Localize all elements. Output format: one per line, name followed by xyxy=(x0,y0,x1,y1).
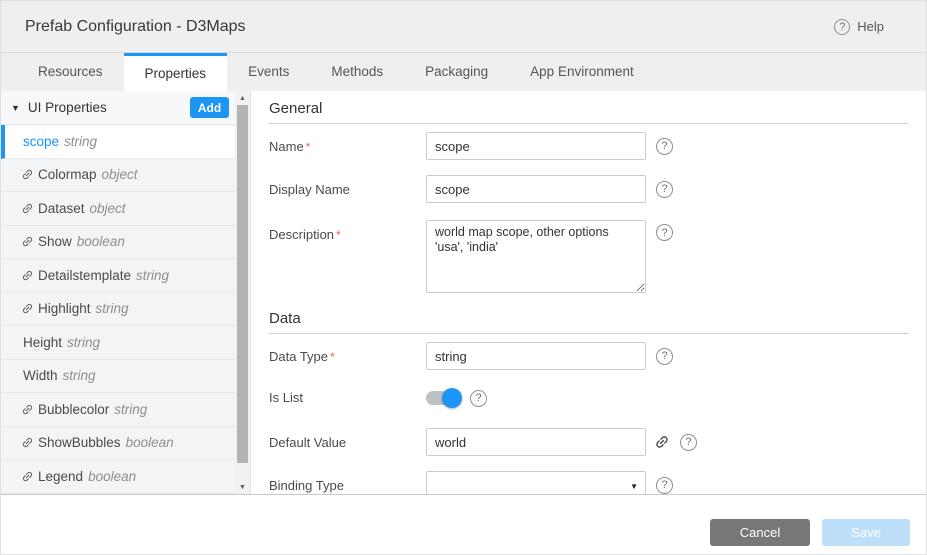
link-icon xyxy=(18,266,36,284)
properties-sidebar: ▼ UI Properties Add scope string Colorma… xyxy=(1,91,250,494)
chevron-down-icon: ▼ xyxy=(630,482,638,491)
field-row-default-value: Default Value ? xyxy=(269,428,909,456)
display-name-input[interactable] xyxy=(426,175,646,203)
field-label: Data Type* xyxy=(269,342,426,370)
field-help-icon[interactable]: ? xyxy=(656,138,673,155)
name-input[interactable] xyxy=(426,132,646,160)
help-circle-icon: ? xyxy=(834,19,850,35)
dialog-title: Prefab Configuration - D3Maps xyxy=(25,18,246,36)
link-icon xyxy=(18,199,36,217)
field-label: Display Name xyxy=(269,175,426,203)
property-item-height[interactable]: Height string xyxy=(1,326,235,360)
field-label: Is List xyxy=(269,387,426,409)
tab-packaging[interactable]: Packaging xyxy=(404,53,509,91)
field-help-icon[interactable]: ? xyxy=(656,224,673,241)
required-marker: * xyxy=(336,228,341,242)
link-icon xyxy=(18,300,36,318)
property-item-dataset[interactable]: Dataset object xyxy=(1,192,235,226)
field-row-display-name: Display Name ? xyxy=(269,175,909,203)
toggle-knob xyxy=(442,388,462,408)
scrollbar-thumb[interactable] xyxy=(237,105,248,463)
property-item-show[interactable]: Show boolean xyxy=(1,226,235,260)
title-bar: Prefab Configuration - D3Maps ? Help xyxy=(1,1,926,53)
property-item-width[interactable]: Width string xyxy=(1,360,235,394)
field-help-icon[interactable]: ? xyxy=(470,390,487,407)
binding-type-select[interactable]: ▼ xyxy=(426,471,646,494)
bind-property-icon[interactable] xyxy=(654,434,670,450)
required-marker: * xyxy=(306,140,311,154)
tab-properties[interactable]: Properties xyxy=(124,53,228,91)
scroll-down-icon[interactable]: ▼ xyxy=(235,480,250,494)
section-title-data: Data xyxy=(269,308,909,334)
field-help-icon[interactable]: ? xyxy=(656,348,673,365)
field-label: Name* xyxy=(269,132,426,160)
field-help-icon[interactable]: ? xyxy=(680,434,697,451)
property-item-scope[interactable]: scope string xyxy=(1,125,235,159)
tab-events[interactable]: Events xyxy=(227,53,310,91)
property-form: General Name* ? Display Name ? xyxy=(250,91,926,494)
add-property-button[interactable]: Add xyxy=(190,97,229,118)
field-row-name: Name* ? xyxy=(269,132,909,160)
property-item-highlight[interactable]: Highlight string xyxy=(1,293,235,327)
property-item-colormap[interactable]: Colormap object xyxy=(1,159,235,193)
link-icon xyxy=(18,400,36,418)
field-row-description: Description* world map scope, other opti… xyxy=(269,220,909,293)
field-help-icon[interactable]: ? xyxy=(656,477,673,494)
property-item-detailstemplate[interactable]: Detailstemplate string xyxy=(1,259,235,293)
required-marker: * xyxy=(330,350,335,364)
property-item-legend[interactable]: Legend boolean xyxy=(1,460,235,494)
link-icon xyxy=(18,166,36,184)
field-label: Description* xyxy=(269,220,426,293)
field-label: Default Value xyxy=(269,428,426,456)
tab-methods[interactable]: Methods xyxy=(310,53,404,91)
dialog-footer: Cancel Save xyxy=(1,495,926,555)
field-row-is-list: Is List ? xyxy=(269,387,909,409)
data-type-input[interactable] xyxy=(426,342,646,370)
sidebar-scrollbar[interactable]: ▲ ▼ xyxy=(235,91,250,494)
cancel-button[interactable]: Cancel xyxy=(710,519,810,546)
scroll-up-icon[interactable]: ▲ xyxy=(235,91,250,105)
properties-list: ▼ UI Properties Add scope string Colorma… xyxy=(1,91,235,494)
field-label: Binding Type xyxy=(269,471,426,494)
save-button[interactable]: Save xyxy=(822,519,910,546)
link-icon xyxy=(18,467,36,485)
tab-resources[interactable]: Resources xyxy=(17,53,124,91)
ui-properties-group-header: ▼ UI Properties Add xyxy=(1,91,235,125)
tab-app-environment[interactable]: App Environment xyxy=(509,53,655,91)
collapse-caret-icon[interactable]: ▼ xyxy=(11,103,20,113)
help-link[interactable]: ? Help xyxy=(834,19,884,35)
default-value-input[interactable] xyxy=(426,428,646,456)
group-label: UI Properties xyxy=(28,100,107,115)
help-label: Help xyxy=(857,19,884,34)
tab-bar: Resources Properties Events Methods Pack… xyxy=(1,53,926,91)
dialog-body: ▼ UI Properties Add scope string Colorma… xyxy=(1,91,926,495)
field-row-data-type: Data Type* ? xyxy=(269,342,909,370)
description-textarea[interactable]: world map scope, other options 'usa', 'i… xyxy=(426,220,646,293)
field-row-binding-type: Binding Type ▼ ? xyxy=(269,471,909,494)
property-item-showbubbles[interactable]: ShowBubbles boolean xyxy=(1,427,235,461)
property-item-bubblecolor[interactable]: Bubblecolor string xyxy=(1,393,235,427)
prefab-configuration-dialog: Prefab Configuration - D3Maps ? Help Res… xyxy=(0,0,927,555)
is-list-toggle[interactable] xyxy=(426,391,460,405)
link-icon xyxy=(18,434,36,452)
section-title-general: General xyxy=(269,98,909,124)
link-icon xyxy=(18,233,36,251)
field-help-icon[interactable]: ? xyxy=(656,181,673,198)
